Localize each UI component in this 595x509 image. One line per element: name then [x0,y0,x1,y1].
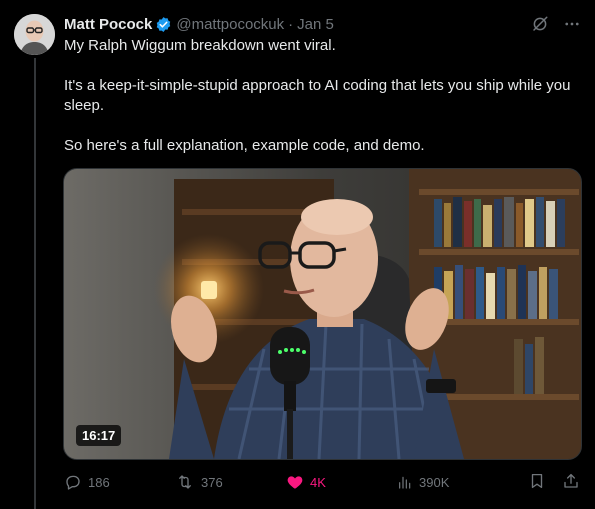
grok-icon[interactable] [531,15,549,33]
tweet-text: My Ralph Wiggum breakdown went viral. It… [64,36,579,156]
video-thumbnail[interactable]: 16:17 [63,168,582,460]
like-button[interactable]: 4K [286,473,397,491]
heart-icon [286,473,304,491]
separator-dot: · [288,15,294,33]
secondary-actions [528,472,580,493]
video-duration-badge: 16:17 [76,425,122,446]
repost-icon [175,473,195,491]
thread-line [34,58,36,509]
repost-button[interactable]: 376 [175,473,286,491]
view-count: 390K [419,474,450,490]
header-actions [531,15,581,33]
tweet-paragraph: My Ralph Wiggum breakdown went viral. [64,37,336,54]
repost-count: 376 [201,474,223,490]
tweet-header: Matt Pocock @mattpocockuk · Jan 5 [64,13,581,35]
avatar[interactable] [14,14,55,55]
video-frame-image [64,169,581,459]
tweet-actions-bar: 186 376 4K 390K [64,470,580,494]
more-icon[interactable] [563,15,581,33]
like-count: 4K [310,474,326,490]
reply-button[interactable]: 186 [64,473,175,491]
verified-badge-icon [155,16,172,33]
views-button[interactable]: 390K [397,473,528,491]
author-name[interactable]: Matt Pocock [64,16,152,33]
tweet-paragraph: It's a keep-it-simple-stupid approach to… [64,77,571,114]
author-handle[interactable]: @mattpocockuk [176,16,284,33]
share-icon[interactable] [562,472,580,493]
reply-count: 186 [88,474,110,490]
post-date[interactable]: Jan 5 [297,16,334,33]
bookmark-icon[interactable] [528,472,546,493]
reply-icon [64,473,82,491]
views-icon [397,473,413,491]
tweet-paragraph: So here's a full explanation, example co… [64,137,425,154]
